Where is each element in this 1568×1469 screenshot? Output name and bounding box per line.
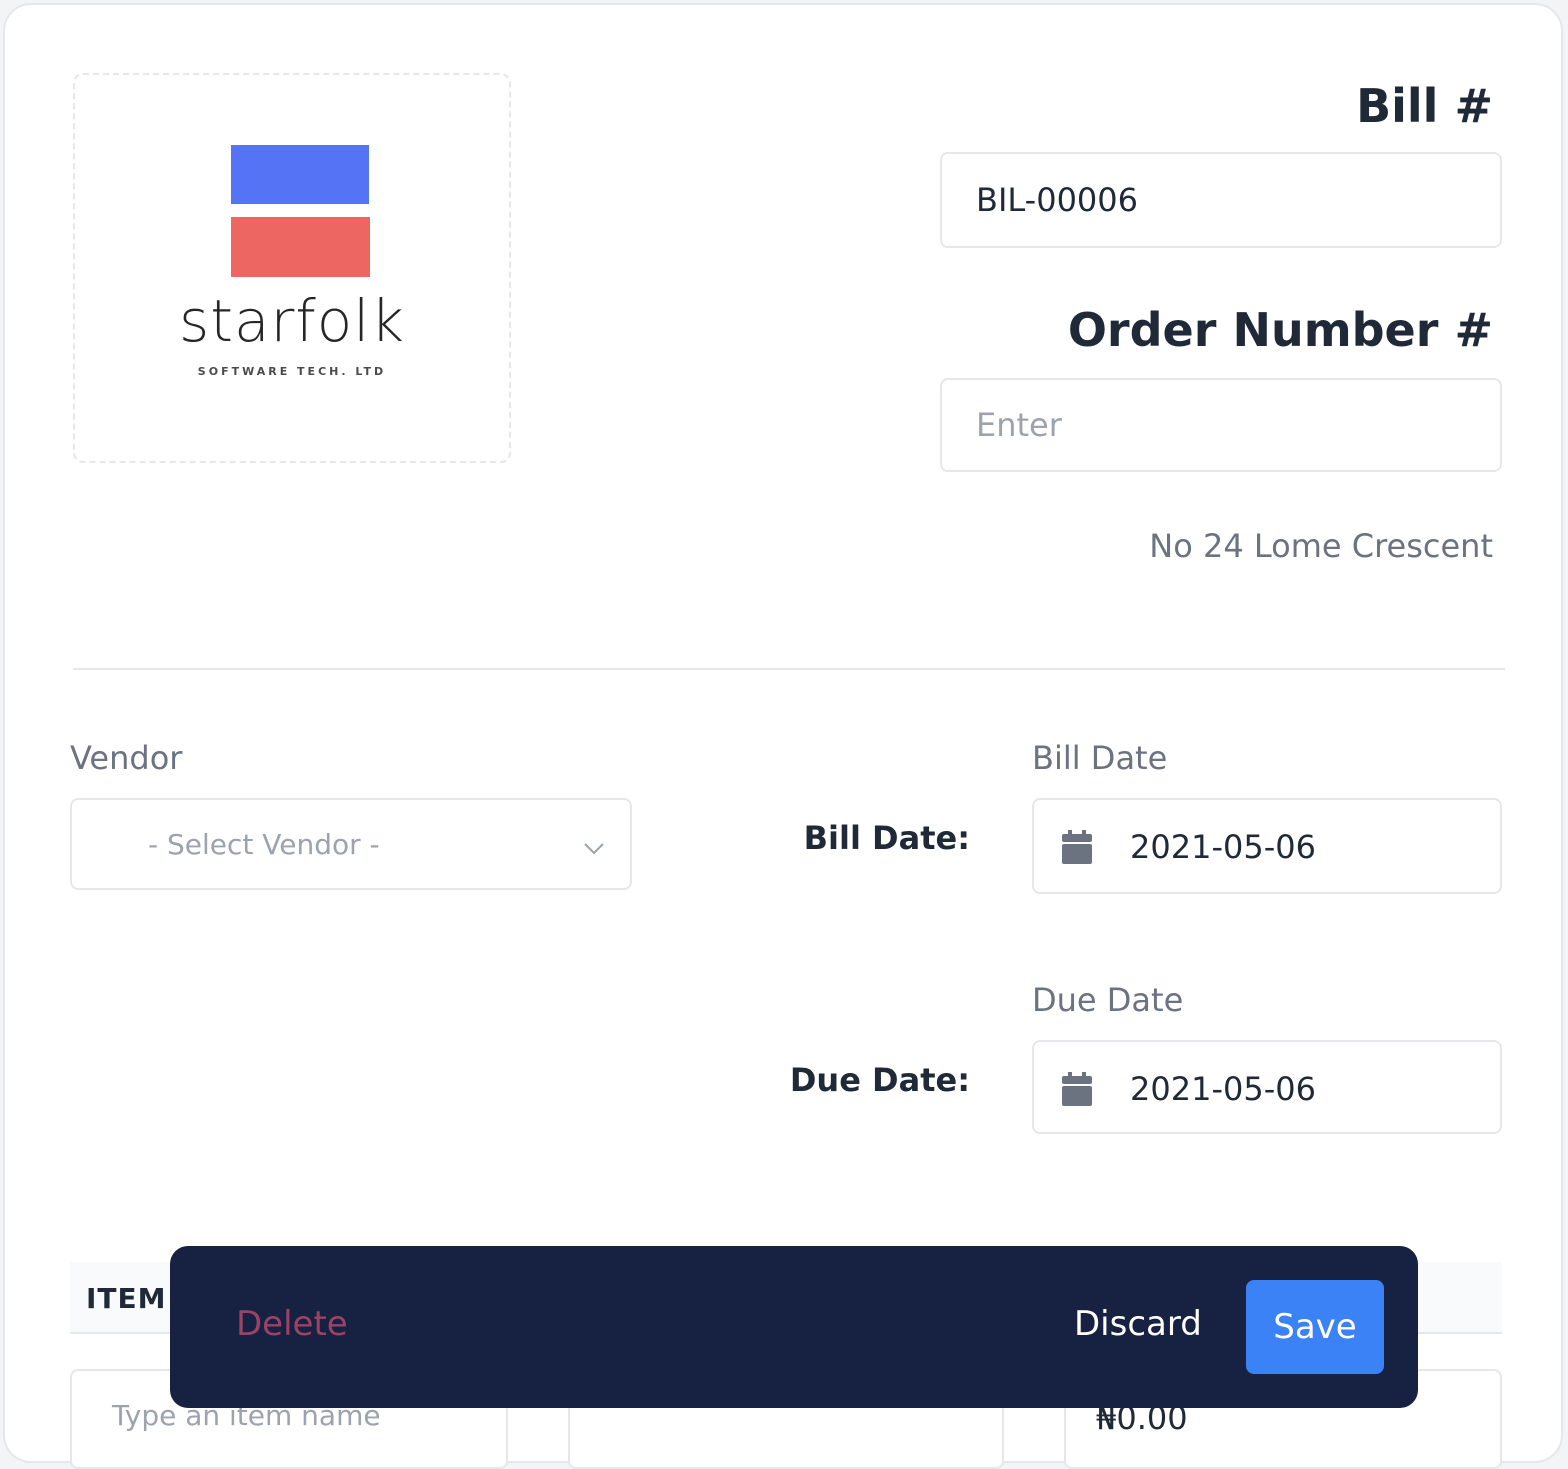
chevron-down-icon <box>582 830 606 868</box>
vendor-select[interactable]: - Select Vendor - <box>70 798 632 890</box>
bill-date-picker[interactable]: 2021-05-06 <box>1032 798 1502 894</box>
due-date-top-label: Due Date <box>1032 981 1184 1019</box>
action-bar: Delete Discard Save <box>170 1246 1418 1408</box>
due-date-side-label: Due Date: <box>789 1061 970 1099</box>
save-button[interactable]: Save <box>1246 1280 1384 1374</box>
bill-date-value: 2021-05-06 <box>1130 828 1316 866</box>
logo-red-bar <box>231 217 370 277</box>
calendar-icon <box>1062 1072 1092 1114</box>
vendor-label: Vendor <box>70 739 183 777</box>
logo-blue-bar <box>231 145 369 204</box>
discard-button[interactable]: Discard <box>1074 1304 1202 1344</box>
due-date-value: 2021-05-06 <box>1130 1070 1316 1108</box>
company-logo-dropzone[interactable]: starfolk SOFTWARE TECH. LTD <box>73 73 511 463</box>
bill-date-side-label: Bill Date: <box>803 819 970 857</box>
bill-form-card: starfolk SOFTWARE TECH. LTD Bill # BIL-0… <box>3 3 1563 1469</box>
section-divider <box>73 668 1505 670</box>
calendar-icon <box>1062 830 1092 872</box>
bill-number-heading: Bill # <box>1356 79 1493 133</box>
company-address: No 24 Lome Crescent <box>1149 527 1493 565</box>
delete-button[interactable]: Delete <box>236 1304 348 1344</box>
logo-tagline: SOFTWARE TECH. LTD <box>197 365 387 378</box>
bill-number-value: BIL-00006 <box>976 181 1138 219</box>
logo-wordmark: starfolk <box>179 287 405 355</box>
vendor-select-placeholder: - Select Vendor - <box>148 828 380 861</box>
bill-date-top-label: Bill Date <box>1032 739 1168 777</box>
bill-number-input[interactable]: BIL-00006 <box>940 152 1502 248</box>
order-number-input[interactable]: Enter <box>940 378 1502 472</box>
order-number-heading: Order Number # <box>1067 303 1493 357</box>
order-number-placeholder: Enter <box>976 406 1062 444</box>
due-date-picker[interactable]: 2021-05-06 <box>1032 1040 1502 1134</box>
column-header-item: ITEM <box>86 1282 167 1315</box>
